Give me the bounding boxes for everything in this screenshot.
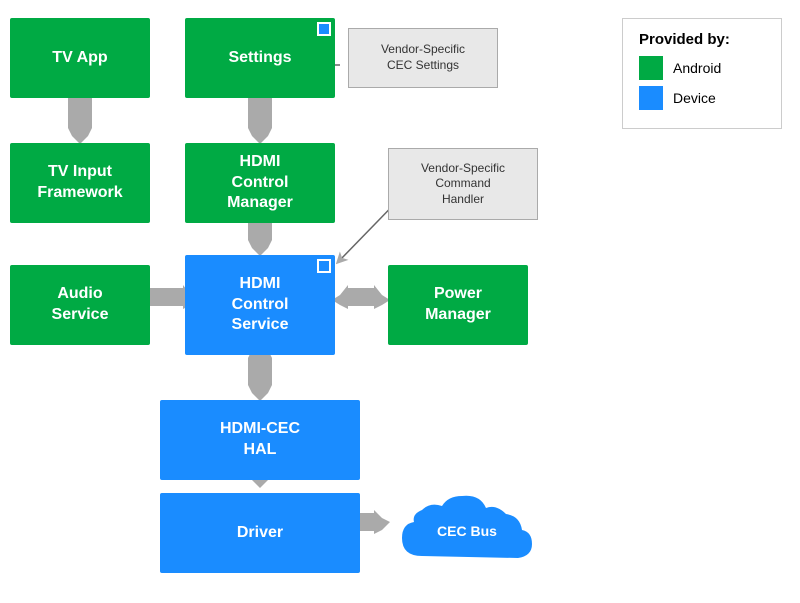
vendor-cec-settings-block: Vendor-Specific CEC Settings [348,28,498,88]
settings-block: Settings [185,18,335,98]
cec-bus-cloud: CEC Bus [392,486,552,576]
legend-title: Provided by: [639,31,765,48]
audio-service-block: Audio Service [10,265,150,345]
driver-block: Driver [160,493,360,573]
legend: Provided by: Android Device [622,18,782,129]
hdmi-service-blue-indicator [317,259,331,273]
tv-app-block: TV App [10,18,150,98]
hdmi-control-manager-block: HDMI Control Manager [185,143,335,223]
settings-blue-indicator [317,22,331,36]
legend-device-label: Device [673,90,716,106]
legend-android-box [639,56,663,80]
legend-device-box [639,86,663,110]
hdmi-cec-hal-block: HDMI-CEC HAL [160,400,360,480]
legend-item-android: Android [639,56,765,80]
power-manager-block: Power Manager [388,265,528,345]
vendor-command-handler-block: Vendor-Specific Command Handler [388,148,538,220]
tv-input-framework-block: TV Input Framework [10,143,150,223]
legend-item-device: Device [639,86,765,110]
diagram-container: TV App Settings TV Input Framework HDMI … [0,0,800,603]
svg-text:CEC Bus: CEC Bus [437,523,497,539]
legend-android-label: Android [673,60,721,76]
hdmi-control-service-block: HDMI Control Service [185,255,335,355]
